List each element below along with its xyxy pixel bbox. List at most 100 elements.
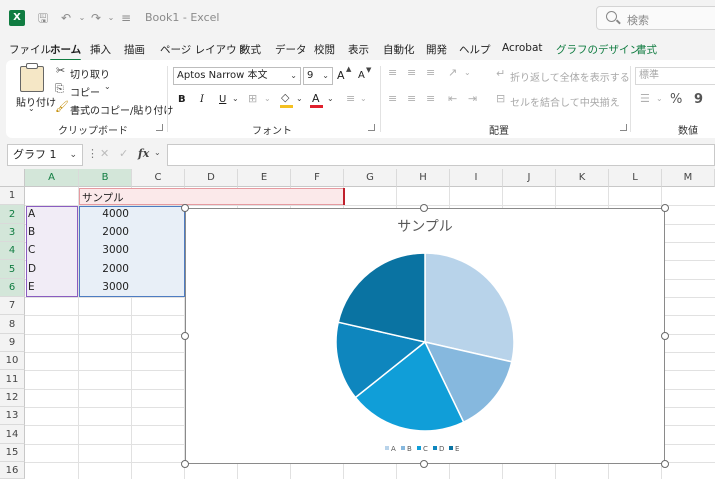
wrap-text-button[interactable]: 折り返して全体を表示する xyxy=(510,69,630,84)
tab-home[interactable]: ホーム xyxy=(50,42,82,61)
number-format-box[interactable]: 標準 xyxy=(635,67,715,85)
column-header-k[interactable]: K xyxy=(556,169,609,187)
tab-format[interactable]: 書式 xyxy=(636,42,657,57)
formula-expand-icon[interactable]: ⌄ xyxy=(154,148,161,157)
column-header-b[interactable]: B xyxy=(79,169,132,187)
decrease-indent-icon[interactable]: ⇤ xyxy=(448,92,457,105)
borders-dropdown-icon[interactable]: ⌄ xyxy=(264,94,271,103)
align-center-icon[interactable]: ≡ xyxy=(407,92,416,105)
save-icon[interactable]: 🖫 xyxy=(35,10,51,26)
tab-review[interactable]: 校閲 xyxy=(314,42,335,57)
paste-icon[interactable] xyxy=(20,66,44,92)
resize-handle-bottom-left[interactable] xyxy=(181,460,189,468)
tab-view[interactable]: 表示 xyxy=(348,42,369,57)
cell-a3[interactable]: B xyxy=(28,226,35,238)
row-header-9[interactable]: 9 xyxy=(0,334,25,352)
row-header-4[interactable]: 4 xyxy=(0,242,25,260)
align-left-icon[interactable]: ≡ xyxy=(388,92,397,105)
row-header-15[interactable]: 15 xyxy=(0,444,25,462)
align-right-icon[interactable]: ≡ xyxy=(426,92,435,105)
cell-a5[interactable]: D xyxy=(28,263,36,275)
tab-data[interactable]: データ xyxy=(275,42,307,57)
font-size-dropdown-icon[interactable]: ⌄ xyxy=(322,68,329,84)
tab-acrobat[interactable]: Acrobat xyxy=(502,42,543,54)
resize-handle-top-right[interactable] xyxy=(661,204,669,212)
orientation-icon[interactable]: ↗ xyxy=(448,66,457,79)
increase-indent-icon[interactable]: ⇥ xyxy=(468,92,477,105)
fill-color-icon[interactable]: ◇ xyxy=(281,91,289,104)
name-box-dropdown-icon[interactable]: ⌄ xyxy=(69,145,77,165)
more-options-icon[interactable]: ⋮ xyxy=(87,147,98,160)
tab-insert[interactable]: 挿入 xyxy=(90,42,111,57)
font-launcher-icon[interactable] xyxy=(368,124,375,131)
align-bottom-icon[interactable]: ≡ xyxy=(426,66,435,79)
column-header-j[interactable]: J xyxy=(503,169,556,187)
resize-handle-right[interactable] xyxy=(661,332,669,340)
tab-chart-design[interactable]: グラフのデザイン xyxy=(556,42,640,57)
tab-page-layout[interactable]: ページ レイアウト xyxy=(160,42,247,57)
merge-dropdown-icon[interactable]: ⌄ xyxy=(610,94,617,103)
column-header-e[interactable]: E xyxy=(238,169,291,187)
percent-style-button[interactable]: % xyxy=(670,92,682,107)
column-header-c[interactable]: C xyxy=(132,169,185,187)
cell-a2[interactable]: A xyxy=(28,208,35,220)
search-box[interactable]: 検索 xyxy=(596,6,715,30)
cell-a4[interactable]: C xyxy=(28,244,35,256)
column-header-g[interactable]: G xyxy=(344,169,397,187)
row-header-11[interactable]: 11 xyxy=(0,370,25,389)
cancel-icon[interactable]: ✕ xyxy=(100,147,109,160)
tab-file[interactable]: ファイル xyxy=(9,42,51,57)
align-top-icon[interactable]: ≡ xyxy=(388,66,397,79)
copy-dropdown-icon[interactable]: ⌄ xyxy=(104,82,111,91)
font-color-button[interactable]: A xyxy=(312,92,320,105)
paste-dropdown-icon[interactable]: ⌄ xyxy=(28,104,35,113)
column-header-i[interactable]: I xyxy=(450,169,503,187)
row-header-16[interactable]: 16 xyxy=(0,462,25,479)
orientation-dropdown-icon[interactable]: ⌄ xyxy=(464,68,471,77)
row-header-10[interactable]: 10 xyxy=(0,352,25,370)
tab-formulas[interactable]: 数式 xyxy=(240,42,261,57)
row-header-3[interactable]: 3 xyxy=(0,224,25,242)
align-middle-icon[interactable]: ≡ xyxy=(407,66,416,79)
undo-icon[interactable]: ↶ xyxy=(58,10,74,26)
row-header-14[interactable]: 14 xyxy=(0,425,25,444)
pie-chart[interactable]: サンプル A B C D E xyxy=(185,208,665,464)
resize-handle-top[interactable] xyxy=(420,204,428,212)
tab-help[interactable]: ヘルプ xyxy=(459,42,491,57)
row-header-12[interactable]: 12 xyxy=(0,389,25,407)
row-header-8[interactable]: 8 xyxy=(0,315,25,334)
accounting-dropdown-icon[interactable]: ⌄ xyxy=(656,94,663,103)
cell-b2[interactable]: 4000 xyxy=(81,208,129,220)
redo-icon[interactable]: ↷ xyxy=(88,10,104,26)
row-header-6[interactable]: 6 xyxy=(0,279,25,297)
fill-color-dropdown-icon[interactable]: ⌄ xyxy=(296,94,303,103)
cell-b5[interactable]: 2000 xyxy=(81,263,129,275)
enter-icon[interactable]: ✓ xyxy=(119,147,128,160)
row-header-5[interactable]: 5 xyxy=(0,260,25,279)
cell-b1[interactable]: サンプル xyxy=(82,190,124,205)
shrink-font-button[interactable]: A xyxy=(358,70,365,81)
insert-function-button[interactable]: fx xyxy=(138,147,149,160)
column-header-h[interactable]: H xyxy=(397,169,450,187)
cut-button[interactable]: 切り取り xyxy=(70,66,110,81)
font-name-box[interactable]: Aptos Narrow 本文 ⌄ xyxy=(173,67,301,85)
font-color-dropdown-icon[interactable]: ⌄ xyxy=(327,94,334,103)
cell-b4[interactable]: 3000 xyxy=(81,244,129,256)
column-header-f[interactable]: F xyxy=(291,169,344,187)
column-header-l[interactable]: L xyxy=(609,169,662,187)
clipboard-launcher-icon[interactable] xyxy=(156,124,163,131)
underline-dropdown-icon[interactable]: ⌄ xyxy=(232,94,239,103)
merge-center-button[interactable]: セルを結合して中央揃え xyxy=(510,94,620,109)
accounting-format-icon[interactable]: ☰ xyxy=(640,92,650,105)
column-header-a[interactable]: A xyxy=(25,169,79,187)
row-header-1[interactable]: 1 xyxy=(0,187,25,205)
italic-button[interactable]: I xyxy=(200,94,204,105)
phonetic-dropdown-icon[interactable]: ⌄ xyxy=(360,94,367,103)
bold-button[interactable]: B xyxy=(178,94,186,105)
cell-b3[interactable]: 2000 xyxy=(81,226,129,238)
comma-style-button[interactable]: 9 xyxy=(694,92,703,107)
font-size-box[interactable]: 9 ⌄ xyxy=(303,67,333,85)
column-header-m[interactable]: M xyxy=(662,169,715,187)
cell-b6[interactable]: 3000 xyxy=(81,281,129,293)
row-header-7[interactable]: 7 xyxy=(0,297,25,315)
